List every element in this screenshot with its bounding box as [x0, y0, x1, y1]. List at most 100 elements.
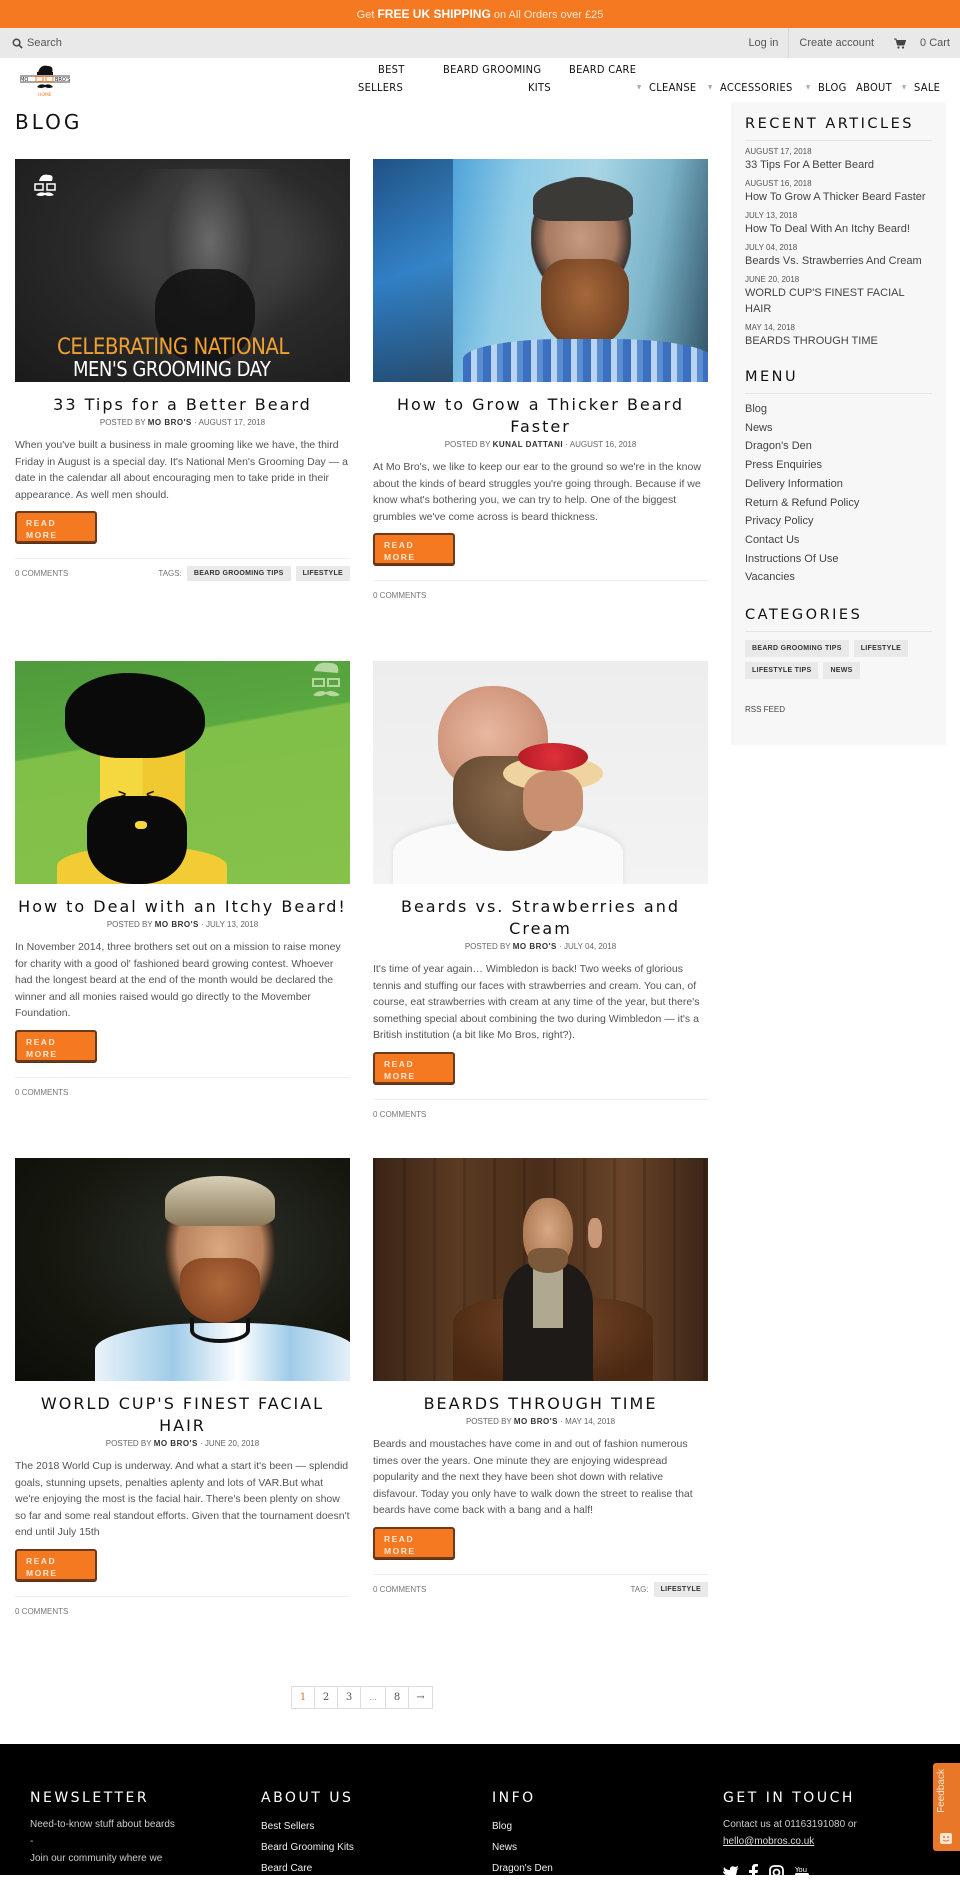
feedback-tab[interactable]: Feedback [933, 1763, 960, 1851]
cart-icon [894, 38, 907, 49]
post-title[interactable]: WORLD CUP'S FINEST FACIAL HAIR [15, 1393, 350, 1437]
read-more-button[interactable]: READ MORE [373, 533, 455, 565]
read-more-button[interactable]: READ MORE [15, 1548, 97, 1581]
create-account-link[interactable]: Create account [789, 37, 884, 49]
tag-lifestyle[interactable]: LIFESTYLE [295, 566, 350, 581]
post-date: JUNE 20, 2018 [204, 1439, 260, 1448]
comments-link[interactable]: 0 COMMENTS [373, 591, 426, 600]
post-title[interactable]: How to Grow a Thicker Beard Faster [373, 394, 708, 438]
tag-beard-grooming-tips[interactable]: BEARD GROOMING TIPS [186, 566, 291, 581]
contact-email-link[interactable]: hello@mobros.co.uk [723, 1836, 814, 1847]
category-news[interactable]: NEWS [823, 662, 860, 680]
facebook-icon[interactable] [749, 1864, 759, 1880]
nav-best-sellers-line2[interactable]: SELLERS [358, 79, 403, 97]
read-more-button[interactable]: READ MORE [373, 1051, 455, 1084]
page-3[interactable]: 3 [338, 1687, 361, 1708]
nav-best-sellers[interactable]: BEST [378, 61, 405, 79]
nav-blog[interactable]: BLOG [818, 79, 847, 97]
recent-article[interactable]: MAY 14, 2018 BEARDS THROUGH TIME [745, 323, 932, 349]
post-title[interactable]: BEARDS THROUGH TIME [373, 1393, 708, 1415]
nav-about[interactable]: ABOUT [856, 79, 892, 97]
footer-link-news[interactable]: News [492, 1837, 553, 1858]
cart-link[interactable]: 0 Cart [884, 37, 960, 49]
post-thumbnail[interactable] [373, 1158, 708, 1381]
read-more-button[interactable]: READ MORE [15, 511, 97, 543]
comments-link[interactable]: 0 COMMENTS [15, 569, 68, 578]
recent-article-title[interactable]: Beards Vs. Strawberries And Cream [745, 253, 932, 269]
post-title[interactable]: How to Deal with an Itchy Beard! [15, 896, 350, 918]
page-1[interactable]: 1 [292, 1687, 315, 1708]
comments-link[interactable]: 0 COMMENTS [15, 1088, 68, 1097]
blog-post: WORLD CUP'S FINEST FACIAL HAIR POSTED BY… [15, 1158, 350, 1626]
twitter-icon[interactable] [723, 1866, 739, 1880]
blog-post: BEARDS THROUGH TIME POSTED BY MO BRO'S ·… [373, 1158, 708, 1604]
chevron-down-icon: ▼ [806, 84, 811, 91]
instagram-icon[interactable] [769, 1865, 784, 1880]
nav-sale[interactable]: SALE [914, 79, 940, 97]
promo-suffix: on All Orders over £25 [493, 9, 604, 21]
menu-item-contact-us[interactable]: Contact Us [745, 531, 932, 550]
posted-by-label: POSTED BY [464, 942, 511, 951]
post-title[interactable]: 33 Tips for a Better Beard [15, 394, 350, 416]
main-nav: MO BRO'S HOME BEST SELLERS BEARD GROOMIN… [0, 58, 960, 103]
recent-article-title[interactable]: 33 Tips For A Better Beard [745, 157, 932, 173]
post-thumbnail[interactable] [373, 159, 708, 382]
menu-item-instructions-of-use[interactable]: Instructions Of Use [745, 550, 932, 569]
footer: NEWSLETTER Need-to-know stuff about bear… [0, 1744, 960, 1880]
tag-lifestyle[interactable]: LIFESTYLE [653, 1581, 708, 1597]
rss-feed-link[interactable]: RSS FEED [745, 705, 932, 714]
recent-article-title[interactable]: BEARDS THROUGH TIME [745, 333, 932, 349]
footer-link-best-sellers[interactable]: Best Sellers [261, 1816, 354, 1837]
sidebar-menu: Blog News Dragon's Den Press Enquiries D… [745, 400, 932, 587]
nav-beard-grooming-kits-line2[interactable]: KITS [528, 79, 551, 97]
category-lifestyle[interactable]: LIFESTYLE [853, 640, 909, 658]
post-thumbnail[interactable] [15, 1158, 350, 1381]
nav-accessories[interactable]: ACCESSORIES [720, 79, 793, 97]
page-2[interactable]: 2 [315, 1687, 338, 1708]
footer-link-beard-grooming-kits[interactable]: Beard Grooming Kits [261, 1837, 354, 1858]
footer-link-beard-care[interactable]: Beard Care [261, 1858, 354, 1879]
newsletter-line: Join our community where we [30, 1853, 163, 1864]
promo-banner: Get FREE UK SHIPPING on All Orders over … [0, 0, 960, 28]
category-lifestyle-tips[interactable]: LIFESTYLE TIPS [745, 662, 819, 680]
footer-link-blog[interactable]: Blog [492, 1816, 553, 1837]
comments-link[interactable]: 0 COMMENTS [373, 1585, 426, 1594]
menu-item-blog[interactable]: Blog [745, 400, 932, 419]
nav-beard-grooming-kits[interactable]: BEARD GROOMING [443, 61, 541, 79]
post-title[interactable]: Beards vs. Strawberries and Cream [373, 896, 708, 940]
post-author: MO BRO'S [153, 1439, 198, 1448]
youtube-icon[interactable]: You [794, 1864, 810, 1880]
recent-article-title[interactable]: How To Grow A Thicker Beard Faster [745, 189, 932, 205]
recent-article[interactable]: JULY 13, 2018 How To Deal With An Itchy B… [745, 211, 932, 237]
recent-article[interactable]: JULY 04, 2018 Beards Vs. Strawberries And… [745, 243, 932, 269]
menu-item-return-refund-policy[interactable]: Return & Refund Policy [745, 494, 932, 513]
menu-item-vacancies[interactable]: Vacancies [745, 568, 932, 587]
search-button[interactable]: Search [12, 37, 62, 49]
menu-item-dragons-den[interactable]: Dragon's Den [745, 437, 932, 456]
recent-article[interactable]: JUNE 20, 2018 WORLD CUP'S FINEST FACIAL H… [745, 275, 932, 317]
category-beard-grooming-tips[interactable]: BEARD GROOMING TIPS [745, 640, 849, 658]
comments-link[interactable]: 0 COMMENTS [15, 1607, 68, 1616]
comments-link[interactable]: 0 COMMENTS [373, 1110, 426, 1119]
recent-article-title[interactable]: How To Deal With An Itchy Beard! [745, 221, 932, 237]
footer-info: INFO Blog News Dragon's Den [492, 1790, 553, 1879]
footer-link-dragons-den[interactable]: Dragon's Den [492, 1858, 553, 1879]
page-8[interactable]: 8 [386, 1687, 409, 1708]
menu-item-press-enquiries[interactable]: Press Enquiries [745, 456, 932, 475]
next-page-arrow[interactable]: → [409, 1687, 432, 1708]
login-link[interactable]: Log in [738, 37, 788, 49]
nav-beard-care[interactable]: BEARD CARE [569, 61, 636, 79]
menu-item-privacy-policy[interactable]: Privacy Policy [745, 512, 932, 531]
post-thumbnail[interactable]: >< [15, 661, 350, 884]
post-thumbnail[interactable]: CELEBRATING NATIONAL MEN'S GROOMING DAY [15, 159, 350, 382]
read-more-button[interactable]: READ MORE [373, 1526, 455, 1559]
post-footer: 0 COMMENTS TAG: LIFESTYLE [373, 1573, 708, 1604]
read-more-button[interactable]: READ MORE [15, 1029, 97, 1062]
recent-article[interactable]: AUGUST 16, 2018 How To Grow A Thicker Bea… [745, 179, 932, 205]
menu-item-news[interactable]: News [745, 419, 932, 438]
recent-article[interactable]: AUGUST 17, 2018 33 Tips For A Better Bear… [745, 147, 932, 173]
recent-article-title[interactable]: WORLD CUP'S FINEST FACIAL HAIR [745, 285, 932, 317]
nav-cleanse[interactable]: CLEANSE [649, 79, 696, 97]
menu-item-delivery-information[interactable]: Delivery Information [745, 475, 932, 494]
post-thumbnail[interactable] [373, 661, 708, 884]
